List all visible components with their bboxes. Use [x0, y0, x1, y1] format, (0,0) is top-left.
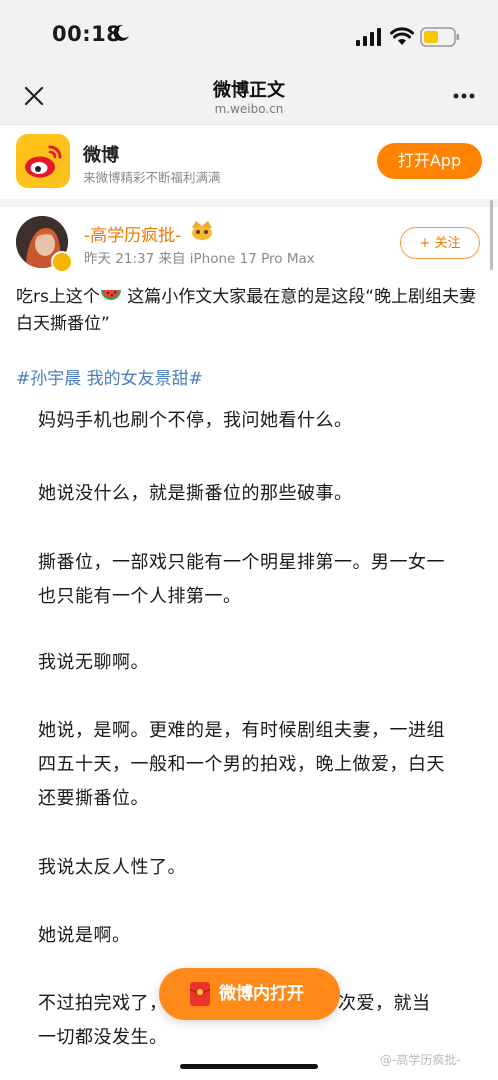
- status-bar: 00:18: [0, 0, 498, 70]
- image-paragraph: 她说，是啊。更难的是，有时候剧组夫妻，一进组四五十天，一般和一个男的拍戏，晚上做…: [38, 720, 445, 809]
- fan-badge-icon: [192, 221, 212, 240]
- image-paragraph: 她说是啊。: [38, 925, 131, 946]
- post-body: 吃rs上这个 这篇小作文大家最在意的是这段“晚上剧组夫妻 白天撕番位”: [16, 284, 486, 338]
- app-tagline: 来微博精彩不断福利满满: [83, 170, 221, 185]
- watermark: @-高学历疯批-: [380, 1053, 461, 1067]
- status-time: 00:18: [52, 22, 122, 46]
- author-name[interactable]: -高学历疯批-: [84, 221, 181, 246]
- weibo-logo-icon: [16, 134, 70, 188]
- image-paragraph: 我说太反人性了。: [38, 857, 186, 878]
- scrollbar[interactable]: [490, 200, 493, 270]
- page-title: 微博正文: [213, 80, 285, 101]
- app-banner: 微博 来微博精彩不断福利满满 打开App: [0, 125, 498, 207]
- home-indicator: [180, 1064, 318, 1069]
- battery-icon: [420, 27, 459, 47]
- watermelon-emoji-icon: [100, 290, 121, 300]
- open-app-button[interactable]: 打开App: [377, 143, 482, 179]
- signal-icon: [356, 28, 381, 46]
- app-name: 微博: [83, 145, 119, 166]
- post-meta: 昨天 21:37 来自 iPhone 17 Pro Max: [84, 251, 315, 267]
- image-paragraph: 她说没什么，就是撕番位的那些破事。: [38, 483, 353, 504]
- image-paragraph: 我说无聊啊。: [38, 652, 149, 673]
- follow-button[interactable]: + 关注: [400, 227, 480, 259]
- red-envelope-icon: [189, 982, 211, 1006]
- open-in-weibo-button[interactable]: 微博内打开: [159, 968, 340, 1020]
- open-in-weibo-label: 微博内打开: [219, 984, 304, 1004]
- verified-badge-icon: [51, 251, 73, 273]
- post-text-start: 吃rs上这个: [16, 287, 100, 307]
- hashtag-link[interactable]: #孙宇晨 我的女友景甜#: [16, 364, 203, 389]
- more-icon[interactable]: [452, 92, 476, 100]
- moon-icon: [113, 24, 129, 41]
- wifi-icon: [390, 27, 414, 45]
- nav-bar: 微博正文 m.weibo.cn: [0, 70, 498, 125]
- image-paragraph: 一切都没发生。: [38, 1027, 168, 1048]
- image-paragraph: 撕番位，一部戏只能有一个明星排第一。男一女一也只能有一个人排第一。: [38, 552, 445, 607]
- image-paragraph: 次爱，就当: [338, 993, 431, 1014]
- page-url: m.weibo.cn: [214, 102, 284, 116]
- image-paragraph: 妈妈手机也刷个不停，我问她看什么。: [38, 410, 353, 431]
